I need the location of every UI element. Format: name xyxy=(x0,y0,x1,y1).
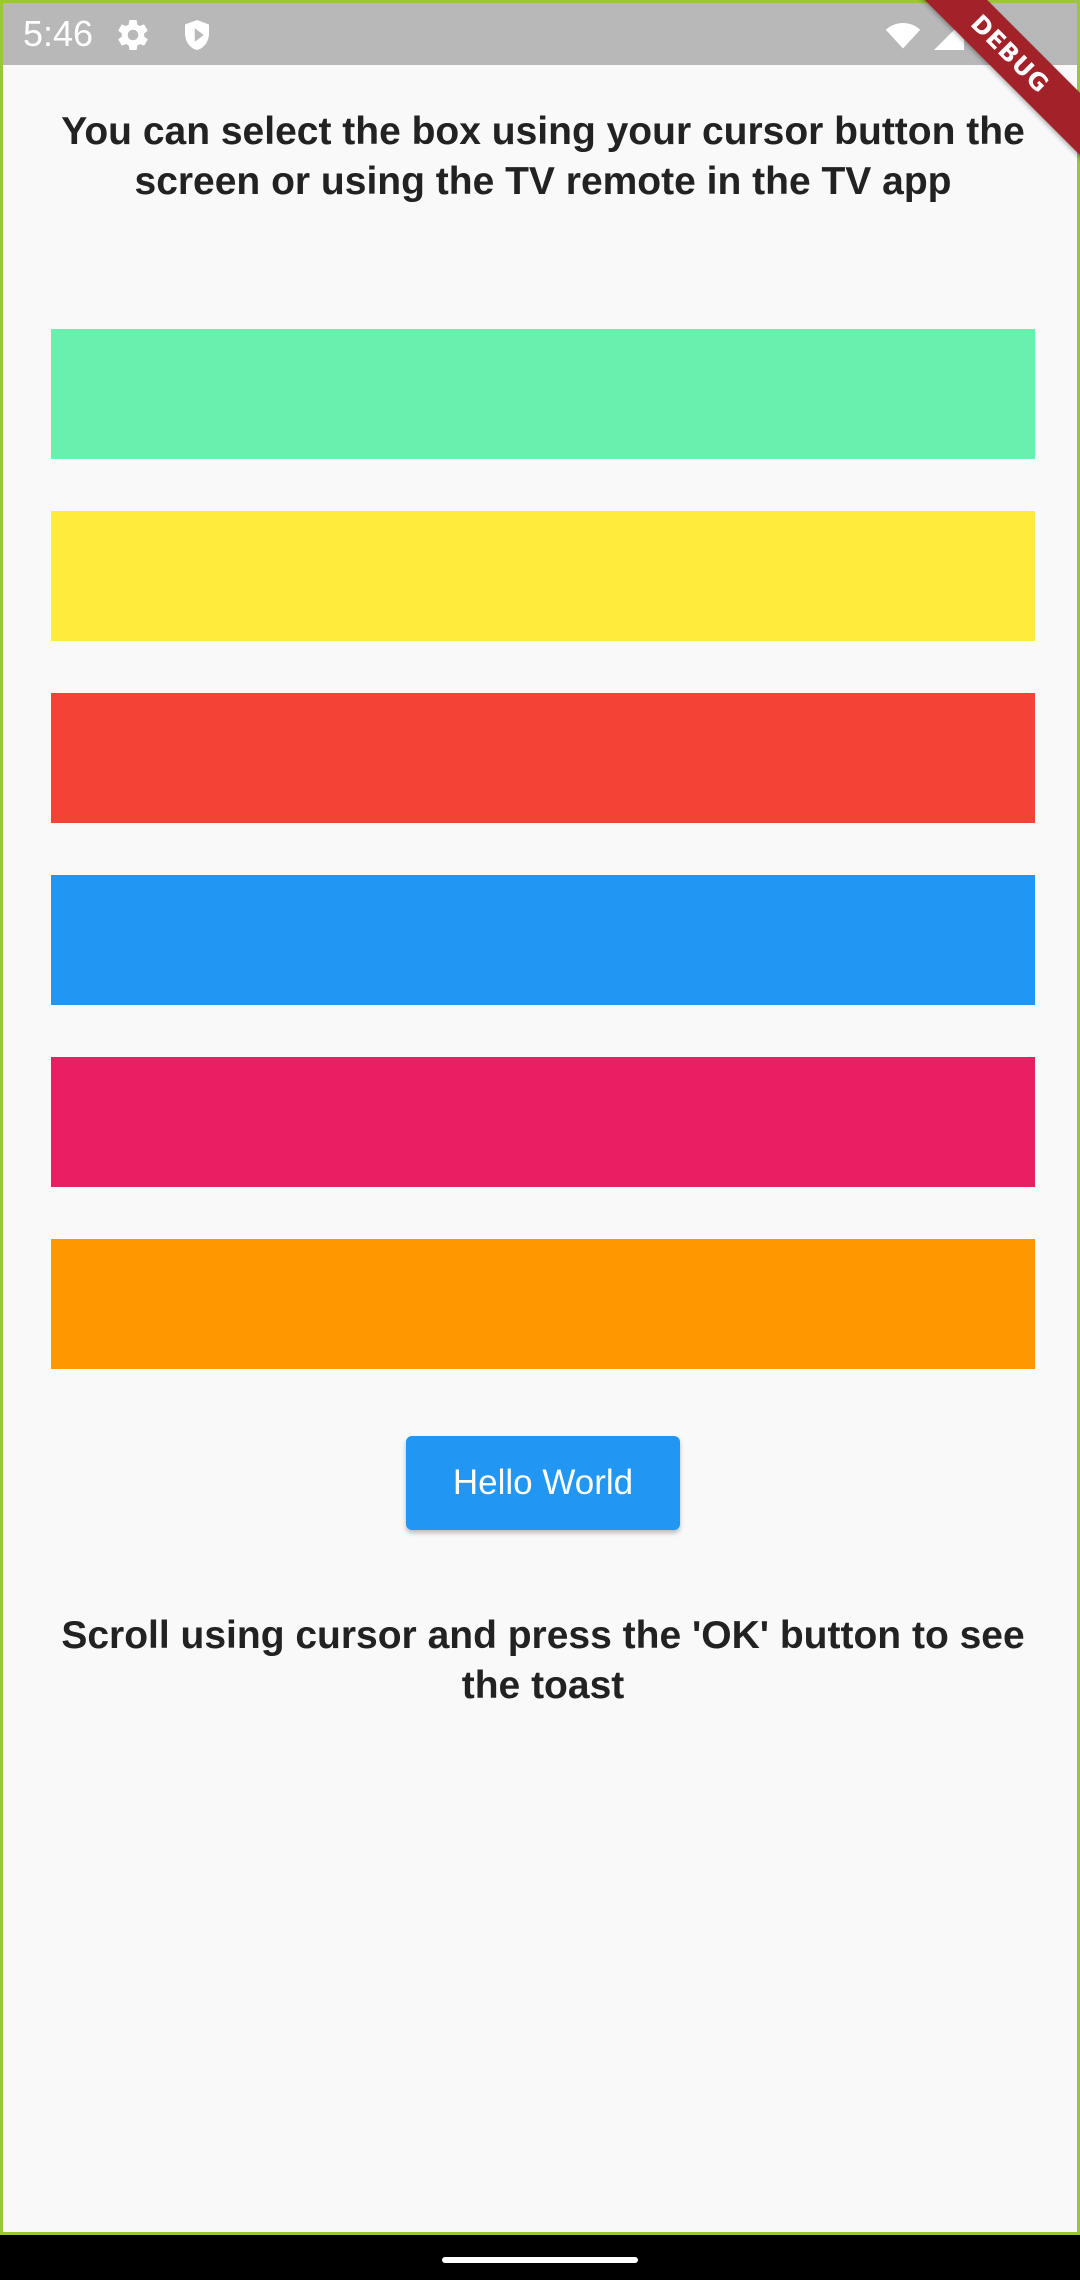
status-bar: 5:46 xyxy=(3,3,1077,65)
app-frame: You can select the box using your cursor… xyxy=(0,0,1080,2235)
settings-icon xyxy=(115,17,151,53)
wifi-icon xyxy=(883,17,921,53)
box-yellow[interactable] xyxy=(51,511,1035,641)
hello-world-button[interactable]: Hello World xyxy=(406,1436,680,1530)
navigation-bar xyxy=(0,2235,1080,2280)
box-red[interactable] xyxy=(51,693,1035,823)
scroll-instructions: Scroll using cursor and press the 'OK' b… xyxy=(61,1614,1025,1707)
instructions-heading: You can select the box using your cursor… xyxy=(61,110,1025,203)
box-blue[interactable] xyxy=(51,875,1035,1005)
box-pink[interactable] xyxy=(51,1057,1035,1187)
home-indicator[interactable] xyxy=(442,2257,638,2263)
shield-icon xyxy=(179,17,215,53)
box-orange[interactable] xyxy=(51,1239,1035,1369)
status-time: 5:46 xyxy=(23,13,94,54)
app-screen: You can select the box using your cursor… xyxy=(0,0,1080,2280)
box-green[interactable] xyxy=(51,329,1035,459)
